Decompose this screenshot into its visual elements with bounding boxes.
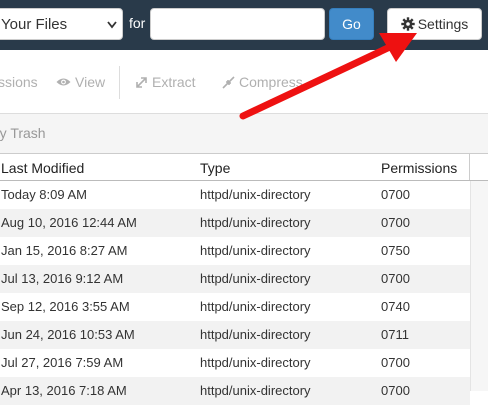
table-row[interactable]: Jul 13, 2016 9:12 AM httpd/unix-director… [0,265,470,293]
search-input[interactable] [150,8,325,40]
cell-last-modified: Aug 10, 2016 12:44 AM [1,215,137,230]
go-button[interactable]: Go [329,8,374,40]
empty-trash-link[interactable]: pty Trash [0,125,46,141]
extract-icon [136,76,147,88]
toolbar-label-compress: Compress [239,74,303,90]
chevron-down-icon [107,21,117,29]
cell-type: httpd/unix-directory [200,355,311,370]
table-row[interactable]: Jul 27, 2016 7:59 AM httpd/unix-director… [0,349,470,377]
compress-button[interactable]: Compress [222,74,303,90]
cell-last-modified: Jul 27, 2016 7:59 AM [1,355,124,370]
cell-last-modified: Sep 12, 2016 3:55 AM [1,299,130,314]
cell-type: httpd/unix-directory [200,299,311,314]
cell-permissions: 0700 [381,355,410,370]
cell-type: httpd/unix-directory [200,327,311,342]
compress-icon [222,75,235,89]
table-row[interactable]: Aug 10, 2016 12:44 AM httpd/unix-directo… [0,209,470,237]
cell-last-modified: Today 8:09 AM [1,187,87,202]
cell-permissions: 0700 [381,187,410,202]
search-scope-select[interactable]: Your Files [0,8,123,40]
table-header: Last Modified Type Permissions [0,153,488,181]
table-row[interactable]: Today 8:09 AM httpd/unix-directory 0700 [0,181,470,209]
cell-type: httpd/unix-directory [200,243,311,258]
cell-permissions: 0740 [381,299,410,314]
vertical-scrollbar[interactable] [470,181,488,391]
cell-last-modified: Jun 24, 2016 10:53 AM [1,327,135,342]
cell-last-modified: Jul 13, 2016 9:12 AM [1,271,124,286]
toolbar-label-view: View [75,74,106,90]
extract-button[interactable]: Extract [135,74,196,90]
column-header-permissions[interactable]: Permissions [381,160,457,176]
cell-type: httpd/unix-directory [200,215,311,230]
view-button[interactable]: View [56,74,105,90]
permissions-button[interactable]: ssions [0,74,38,90]
table-row[interactable]: Sep 12, 2016 3:55 AM httpd/unix-director… [0,293,470,321]
cell-permissions: 0711 [381,327,409,342]
header-divider [469,154,470,180]
toolbar-divider [119,66,120,99]
gear-icon [401,17,415,31]
table-row[interactable]: Apr 13, 2016 7:18 AM httpd/unix-director… [0,377,470,405]
top-search-bar: Your Files for Go Settings [0,0,488,50]
cell-type: httpd/unix-directory [200,271,311,286]
settings-label: Settings [417,16,469,32]
search-scope-value: Your Files [1,16,68,33]
table-row[interactable]: Jun 24, 2016 10:53 AM httpd/unix-directo… [0,321,470,349]
file-table-body: Today 8:09 AM httpd/unix-directory 0700 … [0,181,470,405]
trash-bar: pty Trash [0,113,488,153]
cell-type: httpd/unix-directory [200,187,311,202]
cell-permissions: 0750 [381,243,410,258]
toolbar-label-extract: Extract [152,74,196,90]
cell-last-modified: Jan 15, 2016 8:27 AM [1,243,128,258]
file-toolbar: ssions View Extract Compress [0,50,488,113]
toolbar-label-permissions: ssions [0,74,38,90]
settings-button[interactable]: Settings [387,8,482,40]
for-label: for [129,15,146,31]
column-header-type[interactable]: Type [200,160,230,176]
cell-permissions: 0700 [381,215,410,230]
column-header-last-modified[interactable]: Last Modified [1,160,84,176]
cell-permissions: 0700 [381,271,410,286]
eye-icon [56,78,71,86]
table-row[interactable]: Jan 15, 2016 8:27 AM httpd/unix-director… [0,237,470,265]
